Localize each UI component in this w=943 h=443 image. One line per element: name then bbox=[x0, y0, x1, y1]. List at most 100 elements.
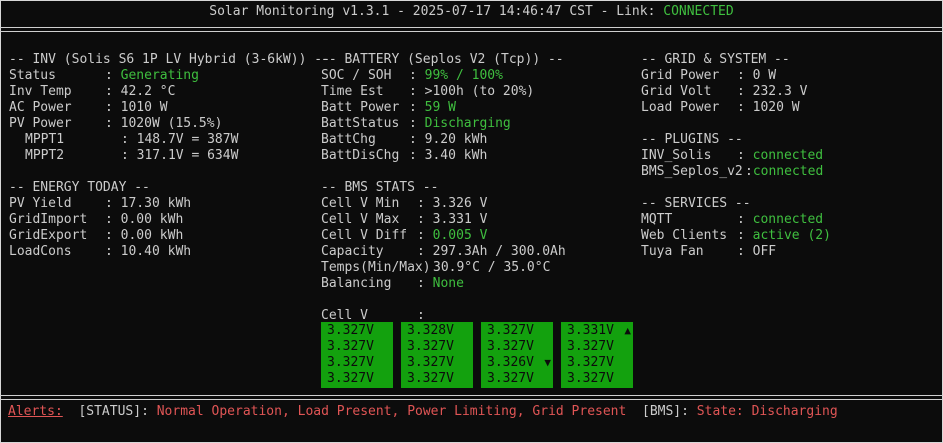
battery-soc-label: SOC / SOH bbox=[321, 68, 392, 83]
link-label: - Link: bbox=[592, 4, 664, 19]
battery-power-value: 59 W bbox=[424, 100, 456, 115]
grid-row-volt: Grid Volt : 232.3 V bbox=[641, 84, 808, 99]
energy-gridimport-label: GridImport bbox=[9, 212, 88, 227]
battery-row-status: BattStatus : Discharging bbox=[321, 116, 511, 131]
service-row-mqtt: MQTT : connected bbox=[641, 212, 824, 227]
battery-row-chg: BattChg : 9.20 kWh bbox=[321, 132, 488, 147]
battery-soc-value: 99% / 100% bbox=[424, 68, 503, 83]
alerts-bar: Alerts: [STATUS]: Normal Operation, Load… bbox=[8, 404, 838, 420]
bms-cellmax-value: 3.331 V bbox=[432, 212, 488, 227]
cell-block-3: 3.327V 3.327V 3.326V ▼ 3.327V bbox=[481, 322, 553, 388]
cell-voltage: 3.327V bbox=[407, 371, 454, 386]
inv-status-label: Status bbox=[9, 68, 56, 83]
plugin-bms-label: BMS_Seplos_v2 bbox=[641, 164, 743, 179]
energy-row-gridexport: GridExport : 0.00 kWh bbox=[9, 228, 184, 243]
service-webclients-value: active (2) bbox=[752, 228, 831, 243]
inv-header: -- INV (Solis S6 1P LV Hybrid (3-6kW)) -… bbox=[9, 52, 330, 67]
bms-row-balancing: Balancing : None bbox=[321, 276, 464, 291]
cell-voltage: 3.327V bbox=[407, 355, 454, 370]
cell-block-1: 3.327V 3.327V 3.327V 3.327V bbox=[321, 322, 393, 388]
alerts-label: Alerts: bbox=[8, 404, 63, 419]
cell-voltage: 3.327V bbox=[567, 371, 614, 386]
battery-row-power: Batt Power : 59 W bbox=[321, 100, 456, 115]
service-tuyafan-value: OFF bbox=[752, 244, 777, 259]
bms-header: -- BMS STATS -- bbox=[321, 180, 439, 195]
bms-temps-value: 30.9°C / 35.0°C bbox=[433, 260, 551, 275]
battery-chg-label: BattChg bbox=[321, 132, 376, 147]
cell-voltage: 3.328V bbox=[407, 323, 454, 338]
cell-voltage: 3.327V bbox=[567, 355, 614, 370]
cell-block-2: 3.328V 3.327V 3.327V 3.327V bbox=[401, 322, 473, 388]
energy-loadcons-value: 10.40 kWh bbox=[120, 244, 192, 259]
bms-row-cellmax: Cell V Max : 3.331 V bbox=[321, 212, 488, 227]
bms-row-cellmin: Cell V Min : 3.326 V bbox=[321, 196, 488, 211]
title-bar: Solar Monitoring v1.3.1 - 2025-07-17 14:… bbox=[0, 4, 943, 20]
battery-power-label: Batt Power bbox=[321, 100, 400, 115]
service-tuyafan-label: Tuya Fan bbox=[641, 244, 704, 259]
inv-pvpower-value: 1020W (15.5%) bbox=[120, 116, 223, 131]
service-row-tuyafan: Tuya Fan : OFF bbox=[641, 244, 777, 259]
plugin-bms-value: connected bbox=[752, 164, 824, 179]
top-divider bbox=[0, 27, 943, 32]
link-status: CONNECTED bbox=[663, 4, 734, 19]
battery-dischg-value: 3.40 kWh bbox=[424, 148, 488, 163]
energy-gridexport-label: GridExport bbox=[9, 228, 88, 243]
service-row-webclients: Web Clients : active (2) bbox=[641, 228, 831, 243]
bms-temps-label: Temps(Min/Max) bbox=[321, 260, 431, 275]
datetime: 2025-07-17 14:46:47 CST bbox=[412, 4, 593, 19]
min-down-arrow-icon: ▼ bbox=[544, 356, 551, 369]
energy-row-loadcons: LoadCons : 10.40 kWh bbox=[9, 244, 192, 259]
service-mqtt-value: connected bbox=[752, 212, 824, 227]
inv-mppt2-label: MPPT2 bbox=[25, 148, 65, 163]
inv-temp-label: Inv Temp bbox=[9, 84, 72, 99]
grid-load-value: 1020 W bbox=[752, 100, 800, 115]
bms-row-capacity: Capacity : 297.3Ah / 300.0Ah bbox=[321, 244, 566, 259]
energy-loadcons-label: LoadCons bbox=[9, 244, 72, 259]
bms-cellmax-label: Cell V Max bbox=[321, 212, 400, 227]
bms-celldiff-value: 0.005 V bbox=[432, 228, 488, 243]
cell-voltage: 3.327V bbox=[487, 371, 534, 386]
inv-status-value: Generating bbox=[120, 68, 199, 83]
inv-row-mppt2: MPPT2 : 317.1V = 634W bbox=[25, 148, 239, 163]
battery-timeest-value: >100h (to 20%) bbox=[424, 84, 535, 99]
plugin-inv-value: connected bbox=[752, 148, 824, 163]
service-webclients-label: Web Clients bbox=[641, 228, 728, 243]
energy-gridimport-value: 0.00 kWh bbox=[120, 212, 184, 227]
battery-status-label: BattStatus bbox=[321, 116, 400, 131]
battery-chg-value: 9.20 kWh bbox=[424, 132, 488, 147]
cell-voltage: 3.327V bbox=[327, 355, 374, 370]
cell-voltage-max: 3.331V bbox=[567, 323, 614, 338]
energy-pvyield-value: 17.30 kWh bbox=[120, 196, 192, 211]
cell-block-4: 3.331V ▲ 3.327V 3.327V 3.327V bbox=[561, 322, 633, 388]
grid-load-label: Load Power bbox=[641, 100, 720, 115]
cell-voltage: 3.327V bbox=[487, 339, 534, 354]
inv-row-temp: Inv Temp : 42.2 °C bbox=[9, 84, 176, 99]
plugin-row-inv: INV_Solis : connected bbox=[641, 148, 824, 163]
inv-row-acpower: AC Power : 1010 W bbox=[9, 100, 168, 115]
title-separator: - bbox=[389, 4, 413, 19]
bms-cellmin-label: Cell V Min bbox=[321, 196, 400, 211]
battery-header: -- BATTERY (Seplos V2 (Tcp)) -- bbox=[321, 52, 564, 67]
energy-header: -- ENERGY TODAY -- bbox=[9, 180, 150, 195]
cell-voltage: 3.327V bbox=[327, 371, 374, 386]
grid-row-power: Grid Power : 0 W bbox=[641, 68, 777, 83]
battery-status-value: Discharging bbox=[424, 116, 511, 131]
inv-mppt1-label: MPPT1 bbox=[25, 132, 65, 147]
cell-voltage-min: 3.326V bbox=[487, 355, 534, 370]
plugin-inv-label: INV_Solis bbox=[641, 148, 712, 163]
bms-balancing-label: Balancing bbox=[321, 276, 392, 291]
bms-balancing-value: None bbox=[432, 276, 464, 291]
battery-row-timeest: Time Est : >100h (to 20%) bbox=[321, 84, 535, 99]
grid-power-label: Grid Power bbox=[641, 68, 720, 83]
service-mqtt-label: MQTT bbox=[641, 212, 673, 227]
cell-voltage: 3.327V bbox=[567, 339, 614, 354]
inv-acpower-value: 1010 W bbox=[120, 100, 168, 115]
inv-temp-value: 42.2 °C bbox=[120, 84, 176, 99]
status-alert-text: Normal Operation, Load Present, Power Li… bbox=[156, 404, 627, 419]
energy-gridexport-value: 0.00 kWh bbox=[120, 228, 184, 243]
battery-row-soc: SOC / SOH : 99% / 100% bbox=[321, 68, 503, 83]
inv-mppt1-value: 148.7V = 387W bbox=[136, 132, 239, 147]
cell-voltage: 3.327V bbox=[327, 323, 374, 338]
max-up-arrow-icon: ▲ bbox=[624, 324, 631, 337]
bottom-divider bbox=[0, 395, 943, 400]
